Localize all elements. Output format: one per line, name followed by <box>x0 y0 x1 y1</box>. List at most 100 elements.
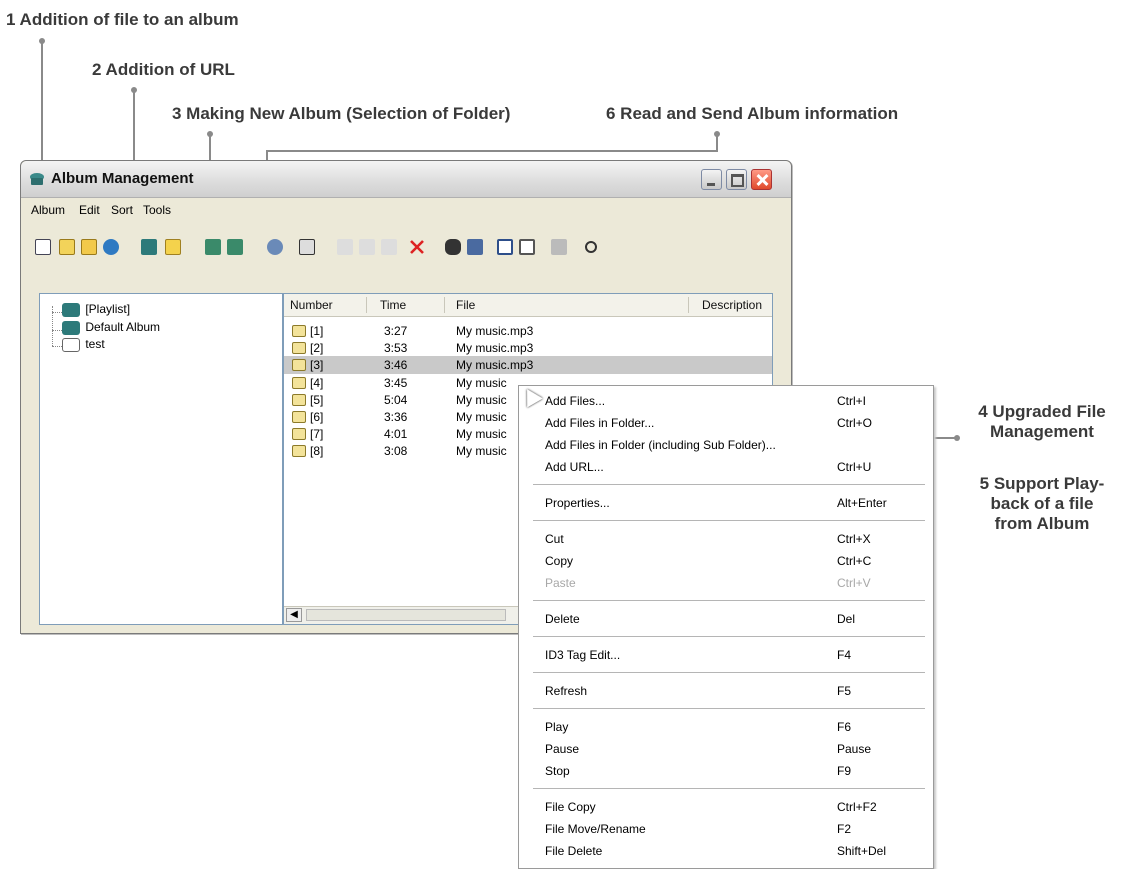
menu-item-label: File Copy <box>545 800 596 814</box>
menu-item-file-delete[interactable]: File Delete Shift+Del <box>519 840 933 862</box>
properties-icon[interactable] <box>299 239 315 255</box>
callout-playback-line3: from Album <box>994 514 1090 533</box>
table-row[interactable]: [3] 3:46 My music.mp3 <box>284 356 772 374</box>
menu-sort[interactable]: Sort <box>111 203 133 217</box>
cell-time: 4:01 <box>384 427 408 441</box>
add-url-globe-icon[interactable] <box>103 239 119 255</box>
menu-item-shortcut: Shift+Del <box>837 844 887 858</box>
delete-icon[interactable] <box>409 239 425 255</box>
callout-playback: 5 Support Play- back of a file from Albu… <box>962 474 1122 534</box>
cell-file: My music <box>456 410 507 424</box>
cell-file: My music <box>456 393 507 407</box>
menu-item-pause[interactable]: Pause Pause <box>519 738 933 760</box>
menu-item-file-copy[interactable]: File Copy Ctrl+F2 <box>519 796 933 818</box>
cell-file: My music <box>456 444 507 458</box>
menu-item-label: Add URL... <box>545 460 604 474</box>
column-description[interactable]: Description <box>702 298 762 312</box>
new-file-icon[interactable] <box>35 239 51 255</box>
audio-file-icon <box>292 377 306 389</box>
menu-item-stop[interactable]: Stop F9 <box>519 760 933 782</box>
toolbar <box>21 229 791 263</box>
menu-edit[interactable]: Edit <box>79 203 100 217</box>
callout-file-management-line2: Management <box>990 422 1094 441</box>
audio-file-icon <box>292 359 306 371</box>
scroll-thumb[interactable] <box>306 609 506 621</box>
leader-line <box>266 150 718 152</box>
scroll-left-icon[interactable]: ◀ <box>286 608 302 622</box>
menu-item-shortcut: F9 <box>837 764 852 778</box>
column-time[interactable]: Time <box>380 298 406 312</box>
close-button[interactable] <box>751 169 772 190</box>
album-app-icon <box>30 173 44 185</box>
cell-file: My music <box>456 376 507 390</box>
check-icon[interactable] <box>497 239 513 255</box>
album-icon[interactable] <box>141 239 157 255</box>
table-row[interactable]: [2] 3:53 My music.mp3 <box>284 339 772 357</box>
cell-number: [2] <box>310 341 324 355</box>
menu-item-label: File Move/Rename <box>545 822 646 836</box>
menu-item-play[interactable]: Play F6 <box>519 716 933 738</box>
menu-item-add-url[interactable]: Add URL... Ctrl+U <box>519 456 933 478</box>
add-folder-icon[interactable] <box>59 239 75 255</box>
read-album-icon[interactable] <box>205 239 221 255</box>
column-number[interactable]: Number <box>290 298 333 312</box>
column-separator <box>688 297 689 313</box>
menu-item-shortcut: F4 <box>837 648 852 662</box>
menu-item-shortcut: Ctrl+C <box>837 554 872 568</box>
tree-item-default-album[interactable]: Default Album <box>62 320 160 338</box>
refresh-icon[interactable] <box>583 239 599 255</box>
new-album-folder-icon[interactable] <box>165 239 181 255</box>
menu-item-refresh[interactable]: Refresh F5 <box>519 680 933 702</box>
menu-item-add-files-in-folder[interactable]: Add Files in Folder... Ctrl+O <box>519 412 933 434</box>
context-menu: Add Files... Ctrl+I Add Files in Folder..… <box>518 385 934 869</box>
cell-number: [5] <box>310 393 324 407</box>
maximize-button[interactable] <box>726 169 747 190</box>
audio-file-icon <box>292 411 306 423</box>
find-icon[interactable] <box>445 239 461 255</box>
menu-item-properties[interactable]: Properties... Alt+Enter <box>519 492 933 514</box>
cell-number: [7] <box>310 427 324 441</box>
menu-item-add-files[interactable]: Add Files... Ctrl+I <box>519 390 933 412</box>
menu-item-id3-tag-edit[interactable]: ID3 Tag Edit... F4 <box>519 644 933 666</box>
open-folder-icon[interactable] <box>81 239 97 255</box>
cell-time: 3:46 <box>384 358 408 372</box>
cell-file: My music.mp3 <box>456 324 534 338</box>
callout-add-url: 2 Addition of URL <box>92 60 235 79</box>
menu-album[interactable]: Album <box>31 203 65 217</box>
uncheck-icon[interactable] <box>519 239 535 255</box>
album-tree: [Playlist] Default Album test <box>39 293 283 625</box>
table-row[interactable]: [1] 3:27 My music.mp3 <box>284 322 772 340</box>
tree-item-playlist[interactable]: [Playlist] <box>62 302 130 320</box>
paste-icon[interactable] <box>381 239 397 255</box>
menu-item-cut[interactable]: Cut Ctrl+X <box>519 528 933 550</box>
info-icon[interactable] <box>551 239 567 255</box>
column-separator <box>444 297 445 313</box>
send-album-icon[interactable] <box>227 239 243 255</box>
menu-item-copy[interactable]: Copy Ctrl+C <box>519 550 933 572</box>
title-bar[interactable]: Album Management <box>21 161 791 198</box>
find-next-icon[interactable] <box>467 239 483 255</box>
callout-new-album: 3 Making New Album (Selection of Folder) <box>172 104 511 123</box>
menu-item-shortcut: Del <box>837 612 856 626</box>
cell-number: [8] <box>310 444 324 458</box>
cut-icon[interactable] <box>337 239 353 255</box>
menu-item-shortcut: Ctrl+V <box>837 576 871 590</box>
minimize-button[interactable] <box>701 169 722 190</box>
tree-item-test[interactable]: test <box>62 337 105 355</box>
menu-item-label: Add Files in Folder... <box>545 416 655 430</box>
column-file[interactable]: File <box>456 298 475 312</box>
audio-file-icon <box>292 445 306 457</box>
tree-item-label: [Playlist] <box>85 302 131 316</box>
cell-file: My music <box>456 427 507 441</box>
menu-item-shortcut: Ctrl+O <box>837 416 873 430</box>
menu-item-delete[interactable]: Delete Del <box>519 608 933 630</box>
cell-number: [3] <box>310 358 324 372</box>
menu-tools[interactable]: Tools <box>143 203 171 217</box>
list-header: Number Time File Description <box>284 294 772 317</box>
menu-item-file-move-rename[interactable]: File Move/Rename F2 <box>519 818 933 840</box>
search-icon[interactable] <box>267 239 283 255</box>
tree-connector <box>52 330 62 331</box>
menu-item-shortcut: Pause <box>837 742 872 756</box>
menu-item-add-files-subfolder[interactable]: Add Files in Folder (including Sub Folde… <box>519 434 933 456</box>
copy-icon[interactable] <box>359 239 375 255</box>
